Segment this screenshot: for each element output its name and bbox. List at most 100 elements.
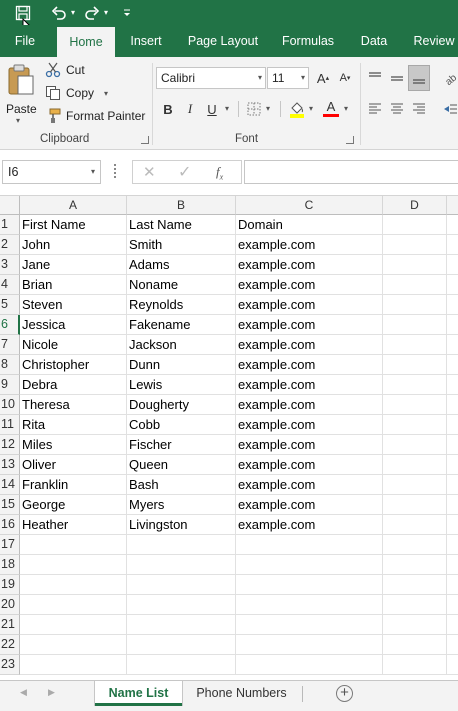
cell[interactable] bbox=[127, 635, 236, 655]
cell[interactable]: Lewis bbox=[127, 375, 236, 395]
cell[interactable] bbox=[383, 415, 447, 435]
row-header[interactable]: 16 bbox=[0, 515, 20, 535]
cell[interactable] bbox=[383, 575, 447, 595]
cell[interactable]: Theresa bbox=[20, 395, 127, 415]
cell[interactable]: Livingston bbox=[127, 515, 236, 535]
align-bottom-icon[interactable] bbox=[408, 65, 430, 91]
fill-color-dropdown-icon[interactable]: ▾ bbox=[309, 104, 313, 113]
cell[interactable]: Bash bbox=[127, 475, 236, 495]
font-name-combo[interactable]: Calibri ▾ bbox=[156, 67, 266, 89]
name-box[interactable]: I6 ▾ bbox=[2, 160, 101, 184]
italic-button[interactable]: I bbox=[180, 98, 200, 120]
column-header-a[interactable]: A bbox=[20, 196, 127, 215]
tab-home[interactable]: Home bbox=[57, 27, 115, 57]
row-header[interactable]: 5 bbox=[0, 295, 20, 315]
scroll-tabs-left-icon[interactable]: ◀ bbox=[20, 687, 27, 698]
cell[interactable] bbox=[383, 515, 447, 535]
cell[interactable] bbox=[447, 435, 458, 455]
row-header[interactable]: 23 bbox=[0, 655, 20, 675]
cell[interactable] bbox=[236, 635, 383, 655]
undo-dropdown-icon[interactable]: ▾ bbox=[71, 8, 75, 17]
tab-file[interactable]: File bbox=[8, 25, 42, 57]
paste-button[interactable]: Paste ▾ bbox=[3, 62, 39, 130]
cell[interactable] bbox=[383, 655, 447, 675]
cancel-icon[interactable]: ✕ bbox=[143, 163, 156, 181]
increase-font-icon[interactable]: A ▴ bbox=[313, 67, 333, 89]
cell[interactable] bbox=[383, 335, 447, 355]
row-header[interactable]: 3 bbox=[0, 255, 20, 275]
cell[interactable] bbox=[20, 595, 127, 615]
sheet-tab-name-list[interactable]: Name List bbox=[95, 681, 182, 706]
redo-icon[interactable] bbox=[81, 2, 103, 24]
cell[interactable] bbox=[20, 635, 127, 655]
cell[interactable] bbox=[383, 275, 447, 295]
cell[interactable] bbox=[383, 555, 447, 575]
cell[interactable] bbox=[236, 615, 383, 635]
cell[interactable] bbox=[383, 255, 447, 275]
cell[interactable] bbox=[127, 595, 236, 615]
cell[interactable] bbox=[20, 535, 127, 555]
row-header[interactable]: 12 bbox=[0, 435, 20, 455]
cell[interactable]: example.com bbox=[236, 295, 383, 315]
fill-color-icon[interactable] bbox=[287, 98, 307, 120]
cell[interactable] bbox=[383, 315, 447, 335]
cell[interactable]: example.com bbox=[236, 495, 383, 515]
cell[interactable] bbox=[383, 635, 447, 655]
orientation-icon[interactable]: ab bbox=[440, 67, 458, 89]
row-header[interactable]: 22 bbox=[0, 635, 20, 655]
align-middle-icon[interactable] bbox=[387, 67, 407, 89]
font-launcher-icon[interactable] bbox=[346, 136, 354, 144]
row-header[interactable]: 15 bbox=[0, 495, 20, 515]
cell[interactable]: Queen bbox=[127, 455, 236, 475]
cell[interactable] bbox=[127, 535, 236, 555]
cut-button[interactable]: Cut bbox=[44, 61, 85, 79]
formula-bar-grip-icon[interactable] bbox=[114, 164, 117, 178]
column-header-d[interactable]: D bbox=[383, 196, 447, 215]
cell[interactable] bbox=[383, 615, 447, 635]
cell[interactable] bbox=[447, 655, 458, 675]
cell[interactable]: Reynolds bbox=[127, 295, 236, 315]
decrease-font-icon[interactable]: A ▾ bbox=[335, 67, 355, 89]
cell[interactable]: Myers bbox=[127, 495, 236, 515]
cell[interactable] bbox=[447, 555, 458, 575]
cell[interactable] bbox=[447, 395, 458, 415]
cell[interactable]: Jackson bbox=[127, 335, 236, 355]
cell[interactable]: George bbox=[20, 495, 127, 515]
cell[interactable] bbox=[447, 595, 458, 615]
cell[interactable] bbox=[236, 655, 383, 675]
row-header[interactable]: 1 bbox=[0, 215, 20, 235]
cell[interactable]: Noname bbox=[127, 275, 236, 295]
cell[interactable] bbox=[383, 375, 447, 395]
cell[interactable]: Brian bbox=[20, 275, 127, 295]
cell[interactable] bbox=[20, 575, 127, 595]
cell[interactable] bbox=[447, 355, 458, 375]
cell[interactable]: Adams bbox=[127, 255, 236, 275]
row-header[interactable]: 6 bbox=[0, 315, 20, 335]
cell[interactable] bbox=[127, 615, 236, 635]
row-header[interactable]: 21 bbox=[0, 615, 20, 635]
cell[interactable]: Last Name bbox=[127, 215, 236, 235]
cell[interactable] bbox=[447, 275, 458, 295]
sheet-tab-phone-numbers[interactable]: Phone Numbers bbox=[186, 681, 297, 706]
cell[interactable] bbox=[383, 495, 447, 515]
cell[interactable] bbox=[236, 535, 383, 555]
cell[interactable]: example.com bbox=[236, 275, 383, 295]
cell[interactable]: Smith bbox=[127, 235, 236, 255]
cell[interactable] bbox=[447, 375, 458, 395]
row-header[interactable]: 10 bbox=[0, 395, 20, 415]
cell[interactable] bbox=[127, 555, 236, 575]
select-all-corner[interactable] bbox=[0, 196, 20, 215]
paste-dropdown-icon[interactable]: ▾ bbox=[16, 116, 20, 125]
row-header[interactable]: 14 bbox=[0, 475, 20, 495]
cell[interactable]: Fakename bbox=[127, 315, 236, 335]
customize-qat-icon[interactable] bbox=[116, 2, 138, 24]
cell[interactable]: Debra bbox=[20, 375, 127, 395]
cell[interactable]: Rita bbox=[20, 415, 127, 435]
column-header-c[interactable]: C bbox=[236, 196, 383, 215]
column-header-e[interactable] bbox=[447, 196, 458, 215]
cell[interactable] bbox=[447, 335, 458, 355]
row-header[interactable]: 9 bbox=[0, 375, 20, 395]
cell[interactable]: Domain bbox=[236, 215, 383, 235]
align-right-icon[interactable] bbox=[409, 98, 429, 120]
cell[interactable]: example.com bbox=[236, 435, 383, 455]
